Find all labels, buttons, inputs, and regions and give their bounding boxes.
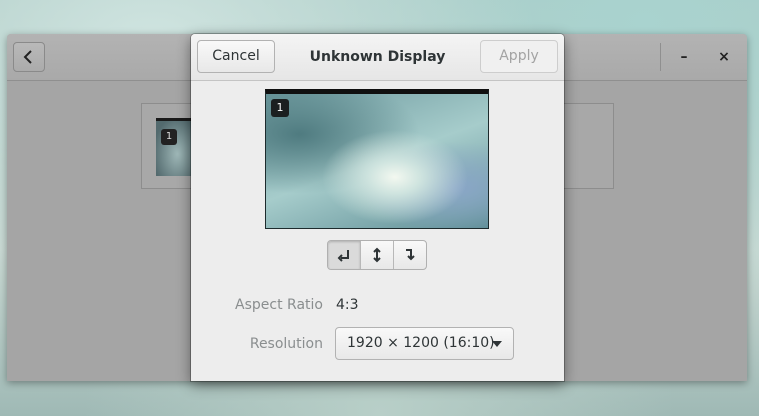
back-button[interactable] [13,42,45,72]
preview-number-badge: 1 [271,99,289,117]
display-settings-dialog: Cancel Unknown Display Apply 1 Aspect Ra… [191,34,564,381]
flip-vertical-icon [373,247,381,263]
display-preview: 1 [265,89,489,229]
rotate-left-button[interactable] [328,241,361,269]
rotate-right-icon [406,249,415,261]
resolution-label: Resolution [249,336,323,352]
apply-button[interactable]: Apply [480,40,558,73]
minimize-button[interactable]: – [671,44,697,70]
rotation-button-group [327,240,427,270]
flip-button[interactable] [361,241,394,269]
rotate-left-icon [337,250,349,262]
rotate-right-button[interactable] [394,241,426,269]
monitor-thumbnail[interactable]: 1 [156,118,192,176]
cancel-button[interactable]: Cancel [197,40,275,73]
monitor-number-badge: 1 [161,129,177,145]
aspect-ratio-label: Aspect Ratio [235,297,323,313]
aspect-ratio-value: 4:3 [336,297,359,313]
dialog-title: Unknown Display [309,49,446,65]
dialog-header-bar: Cancel Unknown Display Apply [191,34,564,81]
resolution-value: 1920 × 1200 (16:10) [347,335,495,351]
resolution-dropdown[interactable]: 1920 × 1200 (16:10) [335,327,514,360]
close-button[interactable]: × [711,44,737,70]
chevron-down-icon [492,341,502,347]
chevron-left-icon [23,50,32,64]
header-separator [660,43,661,71]
